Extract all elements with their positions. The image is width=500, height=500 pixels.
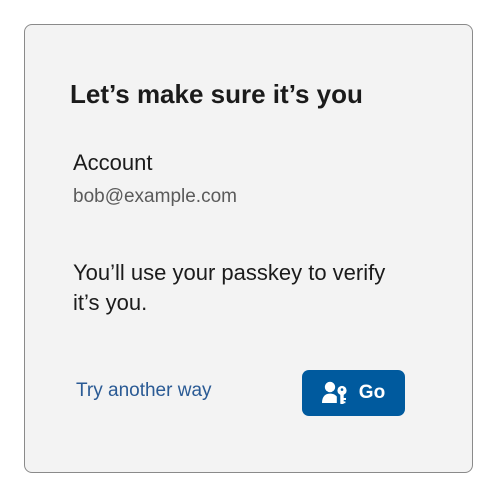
account-label: Account [73,150,153,175]
go-button[interactable]: Go [302,370,405,416]
go-button-label: Go [358,382,386,403]
try-another-way-link[interactable]: Try another way [76,380,212,402]
dialog-title: Let’s make sure it’s you [70,79,363,109]
passkey-verification-dialog: Let’s make sure it’s you Account bob@exa… [24,24,473,473]
account-email: bob@example.com [73,186,237,207]
passkey-icon [321,381,349,405]
passkey-message: You’ll use your passkey to verify it’s y… [73,260,386,315]
